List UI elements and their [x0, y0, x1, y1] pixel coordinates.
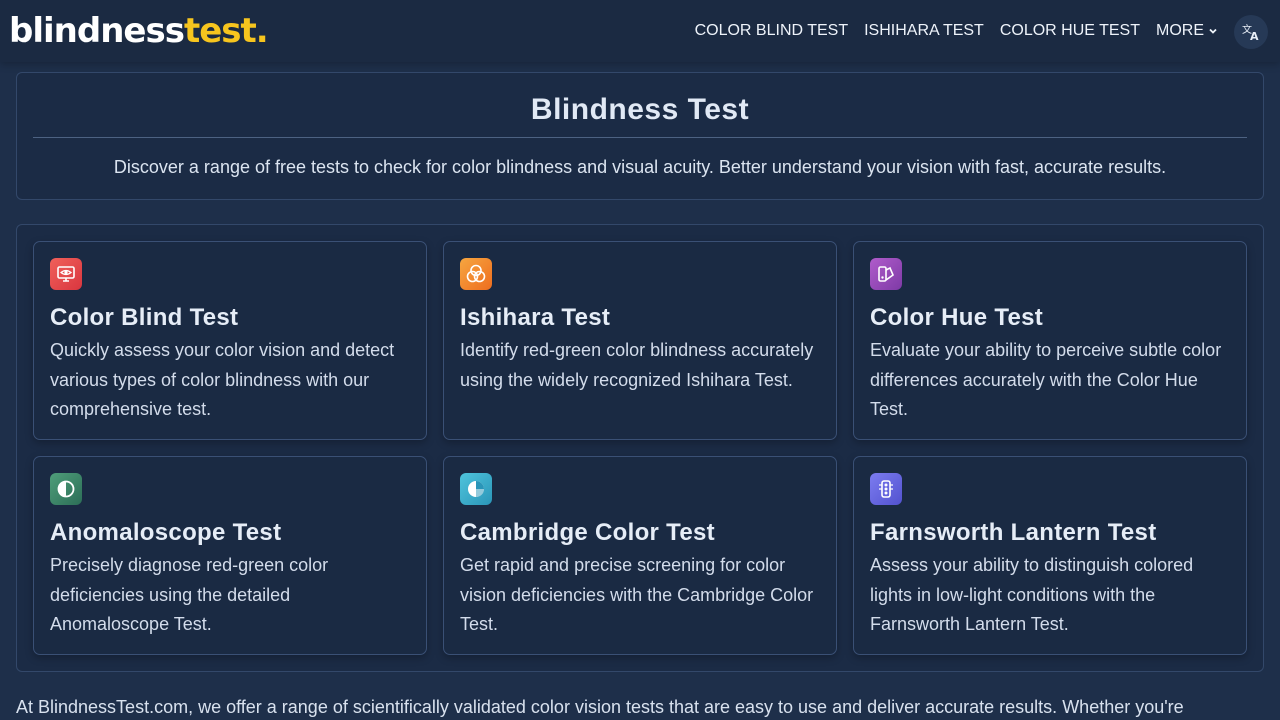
logo-text-test: test. [183, 11, 269, 51]
site-logo[interactable]: blindnesstest. [9, 9, 269, 53]
card-description: Get rapid and precise screening for colo… [460, 555, 814, 634]
main-nav: COLOR BLIND TEST ISHIHARA TEST COLOR HUE… [695, 19, 1218, 43]
card-farnsworth-lantern-test[interactable]: Farnsworth Lantern Test Assess your abil… [853, 456, 1247, 655]
card-title: Color Blind Test [50, 304, 239, 331]
card-cambridge-color-test[interactable]: Cambridge Color Test Get rapid and preci… [443, 456, 837, 655]
top-navigation-bar: blindnesstest. COLOR BLIND TEST ISHIHARA… [0, 0, 1280, 62]
language-button[interactable]: 文 A [1234, 15, 1268, 49]
test-cards-grid: Color Blind Test Quickly assess your col… [16, 224, 1264, 672]
card-anomaloscope-test[interactable]: Anomaloscope Test Precisely diagnose red… [33, 456, 427, 655]
card-color-blind-test[interactable]: Color Blind Test Quickly assess your col… [33, 241, 427, 440]
card-title: Farnsworth Lantern Test [870, 519, 1157, 546]
card-ishihara-test[interactable]: Ishihara Test Identify red-green color b… [443, 241, 837, 440]
card-description: Quickly assess your color vision and det… [50, 340, 395, 419]
title-divider [33, 137, 1247, 138]
swatch-icon [870, 258, 902, 290]
nav-ishihara-test[interactable]: ISHIHARA TEST [864, 19, 984, 43]
card-title: Ishihara Test [460, 304, 611, 331]
chevron-down-icon [1209, 28, 1217, 34]
intro-paragraph: At BlindnessTest.com, we offer a range o… [16, 697, 1184, 717]
nav-color-hue-test[interactable]: COLOR HUE TEST [1000, 19, 1140, 43]
card-description: Assess your ability to distinguish color… [870, 555, 1194, 634]
card-title: Cambridge Color Test [460, 519, 715, 546]
logo-text-blindness: blindness [9, 11, 185, 51]
traffic-light-icon [870, 473, 902, 505]
card-description: Identify red-green color blindness accur… [460, 340, 814, 390]
nav-color-blind-test[interactable]: COLOR BLIND TEST [695, 19, 849, 43]
half-circle-icon [50, 473, 82, 505]
page-subtitle: Discover a range of free tests to check … [113, 157, 1167, 177]
card-color-hue-test[interactable]: Color Hue Test Evaluate your ability to … [853, 241, 1247, 440]
card-description: Precisely diagnose red-green color defic… [50, 555, 329, 634]
hero-section: Blindness Test Discover a range of free … [16, 72, 1264, 200]
pie-icon [460, 473, 492, 505]
monitor-eye-icon [50, 258, 82, 290]
circles-icon [460, 258, 492, 290]
nav-more-label: MORE [1156, 22, 1204, 39]
translate-icon: 文 A [1242, 23, 1259, 42]
card-title: Anomaloscope Test [50, 519, 282, 546]
nav-more-dropdown[interactable]: MORE [1156, 19, 1218, 43]
page-title: Blindness Test [530, 93, 750, 126]
svg-text:A: A [1250, 30, 1259, 42]
card-description: Evaluate your ability to perceive subtle… [870, 340, 1222, 419]
card-title: Color Hue Test [870, 304, 1044, 331]
